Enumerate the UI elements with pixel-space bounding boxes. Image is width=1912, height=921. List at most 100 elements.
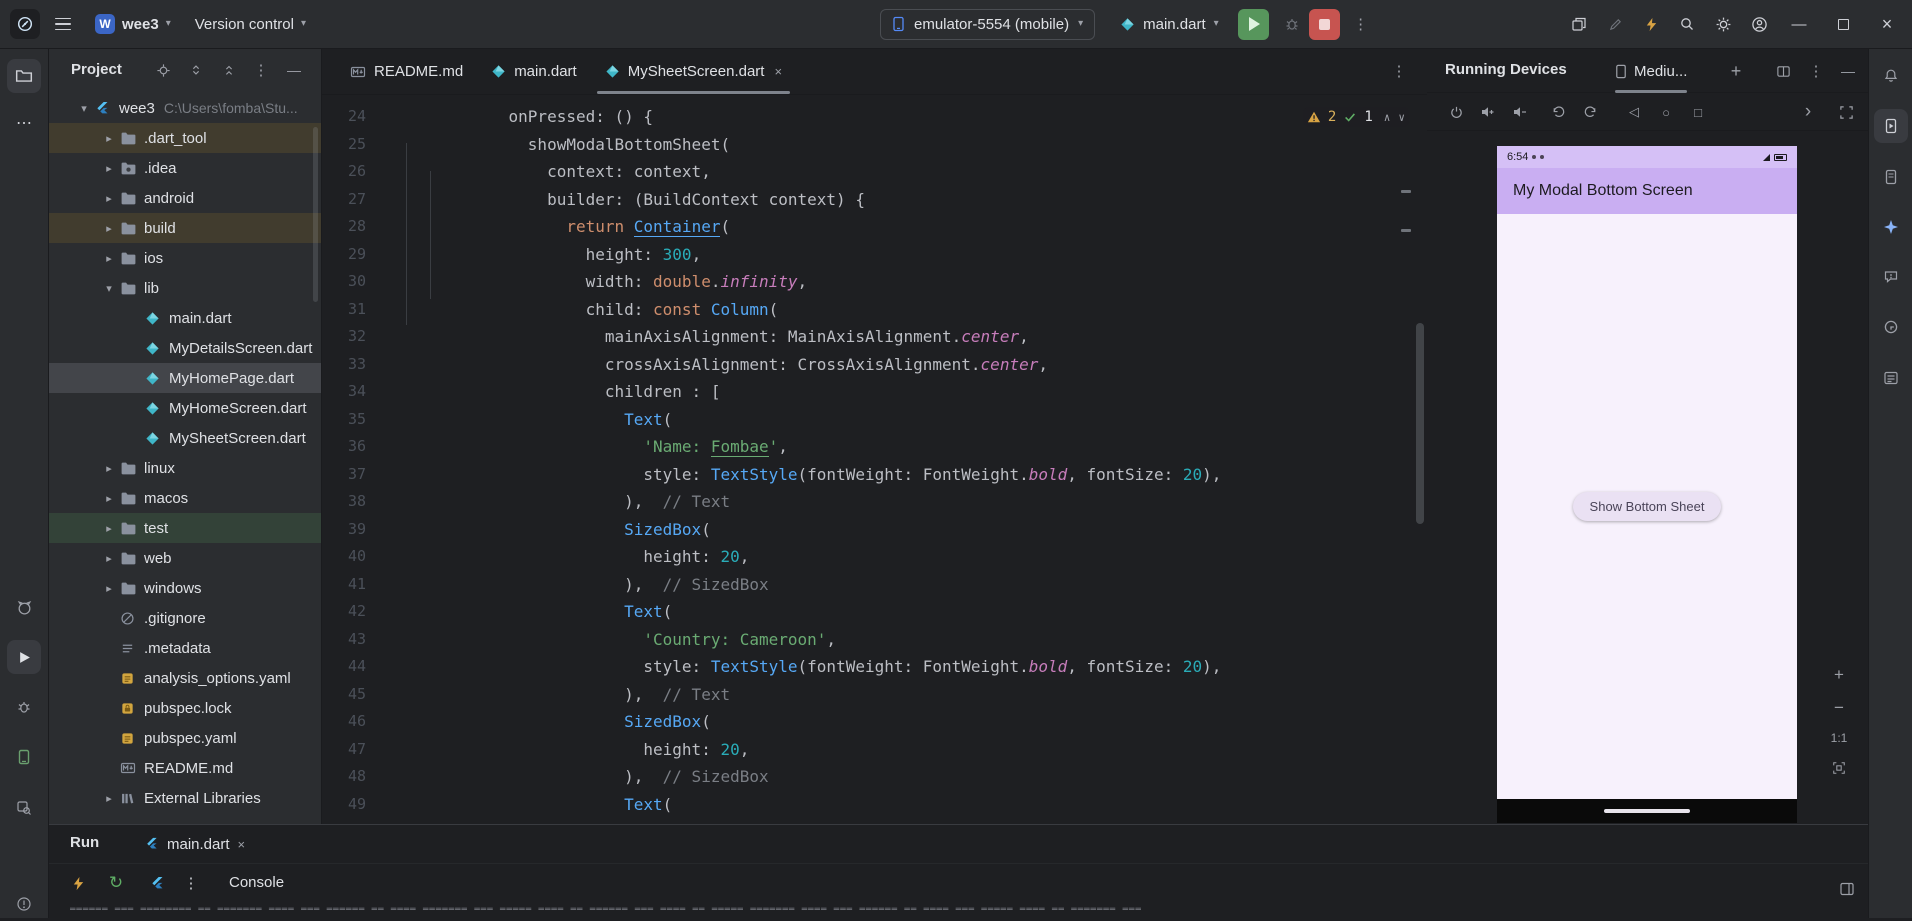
run-options-icon[interactable]: ⋮ — [176, 868, 206, 898]
project-options-icon[interactable]: ⋮ — [248, 57, 274, 83]
line-number[interactable]: 47 — [322, 736, 366, 764]
window-layout-icon[interactable] — [1839, 881, 1855, 897]
code-line[interactable]: 30 width: double.infinity, — [322, 268, 1427, 296]
device-tab[interactable]: Mediu... — [1615, 49, 1688, 93]
editor-scrollbar[interactable] — [1416, 323, 1424, 524]
line-number[interactable]: 38 — [322, 488, 366, 516]
line-number[interactable]: 32 — [322, 323, 366, 351]
code-line[interactable]: 41 ), // SizedBox — [322, 571, 1427, 599]
tree-item-ios[interactable]: ▸ ios — [49, 243, 321, 273]
next-problem-icon[interactable]: ∨ — [1398, 111, 1405, 124]
line-number[interactable]: 30 — [322, 268, 366, 296]
code-line[interactable]: 48 ), // SizedBox — [322, 763, 1427, 791]
run-tool-window-icon[interactable] — [7, 640, 41, 674]
tree-item-.idea[interactable]: ▸ .idea — [49, 153, 321, 183]
tree-chevron-icon[interactable]: ▾ — [73, 102, 95, 115]
code-line[interactable]: 49 Text( — [322, 791, 1427, 819]
tree-chevron-icon[interactable]: ▸ — [98, 162, 120, 175]
line-number[interactable]: 42 — [322, 598, 366, 626]
fit-to-screen-icon[interactable] — [1826, 755, 1852, 781]
app-inspection-icon[interactable] — [7, 791, 41, 825]
gesture-pill[interactable] — [1604, 809, 1690, 813]
android-back-icon[interactable]: ◁ — [1619, 97, 1649, 127]
line-number[interactable]: 37 — [322, 461, 366, 489]
gemini-sparkle-icon[interactable] — [1874, 210, 1908, 244]
window-close-icon[interactable]: × — [1866, 5, 1908, 43]
line-number[interactable]: 31 — [322, 296, 366, 324]
tree-item-web[interactable]: ▸ web — [49, 543, 321, 573]
line-number[interactable]: 40 — [322, 543, 366, 571]
collapse-all-icon[interactable] — [216, 57, 242, 83]
tree-item-main.dart[interactable]: main.dart — [49, 303, 321, 333]
todo-icon[interactable] — [1874, 361, 1908, 395]
panel-options-icon[interactable]: ⋮ — [1803, 58, 1829, 84]
editor-tab-main.dart[interactable]: main.dart — [477, 49, 591, 94]
device-selector[interactable]: emulator-5554 (mobile) ▾ — [880, 8, 1096, 40]
tree-item-.dart_tool[interactable]: ▸ .dart_tool — [49, 123, 321, 153]
tree-item-External Libraries[interactable]: ▸ External Libraries — [49, 783, 321, 813]
flutter-attach-icon[interactable] — [142, 868, 172, 898]
tree-item-macos[interactable]: ▸ macos — [49, 483, 321, 513]
tree-item-linux[interactable]: ▸ linux — [49, 453, 321, 483]
hot-reload-icon[interactable] — [63, 868, 93, 898]
device-manager-icon[interactable] — [1874, 160, 1908, 194]
code-line[interactable]: 46 SizedBox( — [322, 708, 1427, 736]
tree-chevron-icon[interactable]: ▸ — [98, 252, 120, 265]
tree-item-.metadata[interactable]: .metadata — [49, 633, 321, 663]
logcat-icon[interactable] — [7, 590, 41, 624]
line-number[interactable]: 34 — [322, 378, 366, 406]
gradle-icon[interactable] — [1874, 310, 1908, 344]
debug-tool-window-icon[interactable] — [7, 690, 41, 724]
tree-item-analysis_options.yaml[interactable]: analysis_options.yaml — [49, 663, 321, 693]
tree-item-MyHomePage.dart[interactable]: MyHomePage.dart — [49, 363, 321, 393]
code-line[interactable]: 40 height: 20, — [322, 543, 1427, 571]
ai-spark-icon[interactable] — [1634, 7, 1668, 41]
code-line[interactable]: 24 onPressed: () { — [322, 103, 1427, 131]
tree-chevron-icon[interactable]: ▸ — [98, 132, 120, 145]
device-mirroring-icon[interactable] — [1562, 7, 1596, 41]
hot-restart-icon[interactable]: ↻ — [101, 868, 131, 898]
volume-down-icon[interactable] — [1505, 97, 1535, 127]
settings-gear-icon[interactable] — [1706, 7, 1740, 41]
rotate-left-icon[interactable] — [1543, 97, 1573, 127]
code-line[interactable]: 37 style: TextStyle(fontWeight: FontWeig… — [322, 461, 1427, 489]
line-number[interactable]: 41 — [322, 571, 366, 599]
tree-chevron-icon[interactable]: ▸ — [98, 582, 120, 595]
split-view-icon[interactable] — [1770, 58, 1796, 84]
hide-panel-icon[interactable]: — — [1835, 58, 1861, 84]
code-line[interactable]: 38 ), // Text — [322, 488, 1427, 516]
code-line[interactable]: 45 ), // Text — [322, 681, 1427, 709]
tree-chevron-icon[interactable]: ▸ — [98, 222, 120, 235]
more-tool-windows-icon[interactable]: ⋯ — [7, 106, 41, 140]
hide-panel-icon[interactable]: — — [281, 57, 307, 83]
search-icon[interactable] — [1670, 7, 1704, 41]
window-maximize-icon[interactable] — [1822, 5, 1864, 43]
tree-chevron-icon[interactable]: ▸ — [98, 462, 120, 475]
tree-item-wee3[interactable]: ▾ wee3 C:\Users\fomba\Stu... — [49, 93, 321, 123]
tree-item-.gitignore[interactable]: .gitignore — [49, 603, 321, 633]
project-tool-icon[interactable] — [7, 59, 41, 93]
line-number[interactable]: 33 — [322, 351, 366, 379]
main-menu-icon[interactable] — [46, 7, 80, 41]
line-number[interactable]: 35 — [322, 406, 366, 434]
tree-item-pubspec.yaml[interactable]: pubspec.yaml — [49, 723, 321, 753]
add-device-icon[interactable]: + — [1723, 58, 1749, 84]
tree-item-MyDetailsScreen.dart[interactable]: MyDetailsScreen.dart — [49, 333, 321, 363]
code-line[interactable]: 44 style: TextStyle(fontWeight: FontWeig… — [322, 653, 1427, 681]
line-number[interactable]: 48 — [322, 763, 366, 791]
account-avatar-icon[interactable] — [1742, 7, 1776, 41]
line-number[interactable]: 27 — [322, 186, 366, 214]
rotate-right-icon[interactable] — [1575, 97, 1605, 127]
project-widget[interactable]: W wee3 ▾ — [86, 9, 180, 39]
code-line[interactable]: 28 return Container( — [322, 213, 1427, 241]
line-number[interactable]: 43 — [322, 626, 366, 654]
android-overview-icon[interactable]: □ — [1683, 97, 1713, 127]
line-number[interactable]: 45 — [322, 681, 366, 709]
device-explorer-icon[interactable] — [7, 740, 41, 774]
tree-item-MyHomeScreen.dart[interactable]: MyHomeScreen.dart — [49, 393, 321, 423]
line-number[interactable]: 28 — [322, 213, 366, 241]
line-number[interactable]: 46 — [322, 708, 366, 736]
code-line[interactable]: 27 builder: (BuildContext context) { — [322, 186, 1427, 214]
power-icon[interactable] — [1441, 97, 1471, 127]
tree-item-MySheetScreen.dart[interactable]: MySheetScreen.dart — [49, 423, 321, 453]
